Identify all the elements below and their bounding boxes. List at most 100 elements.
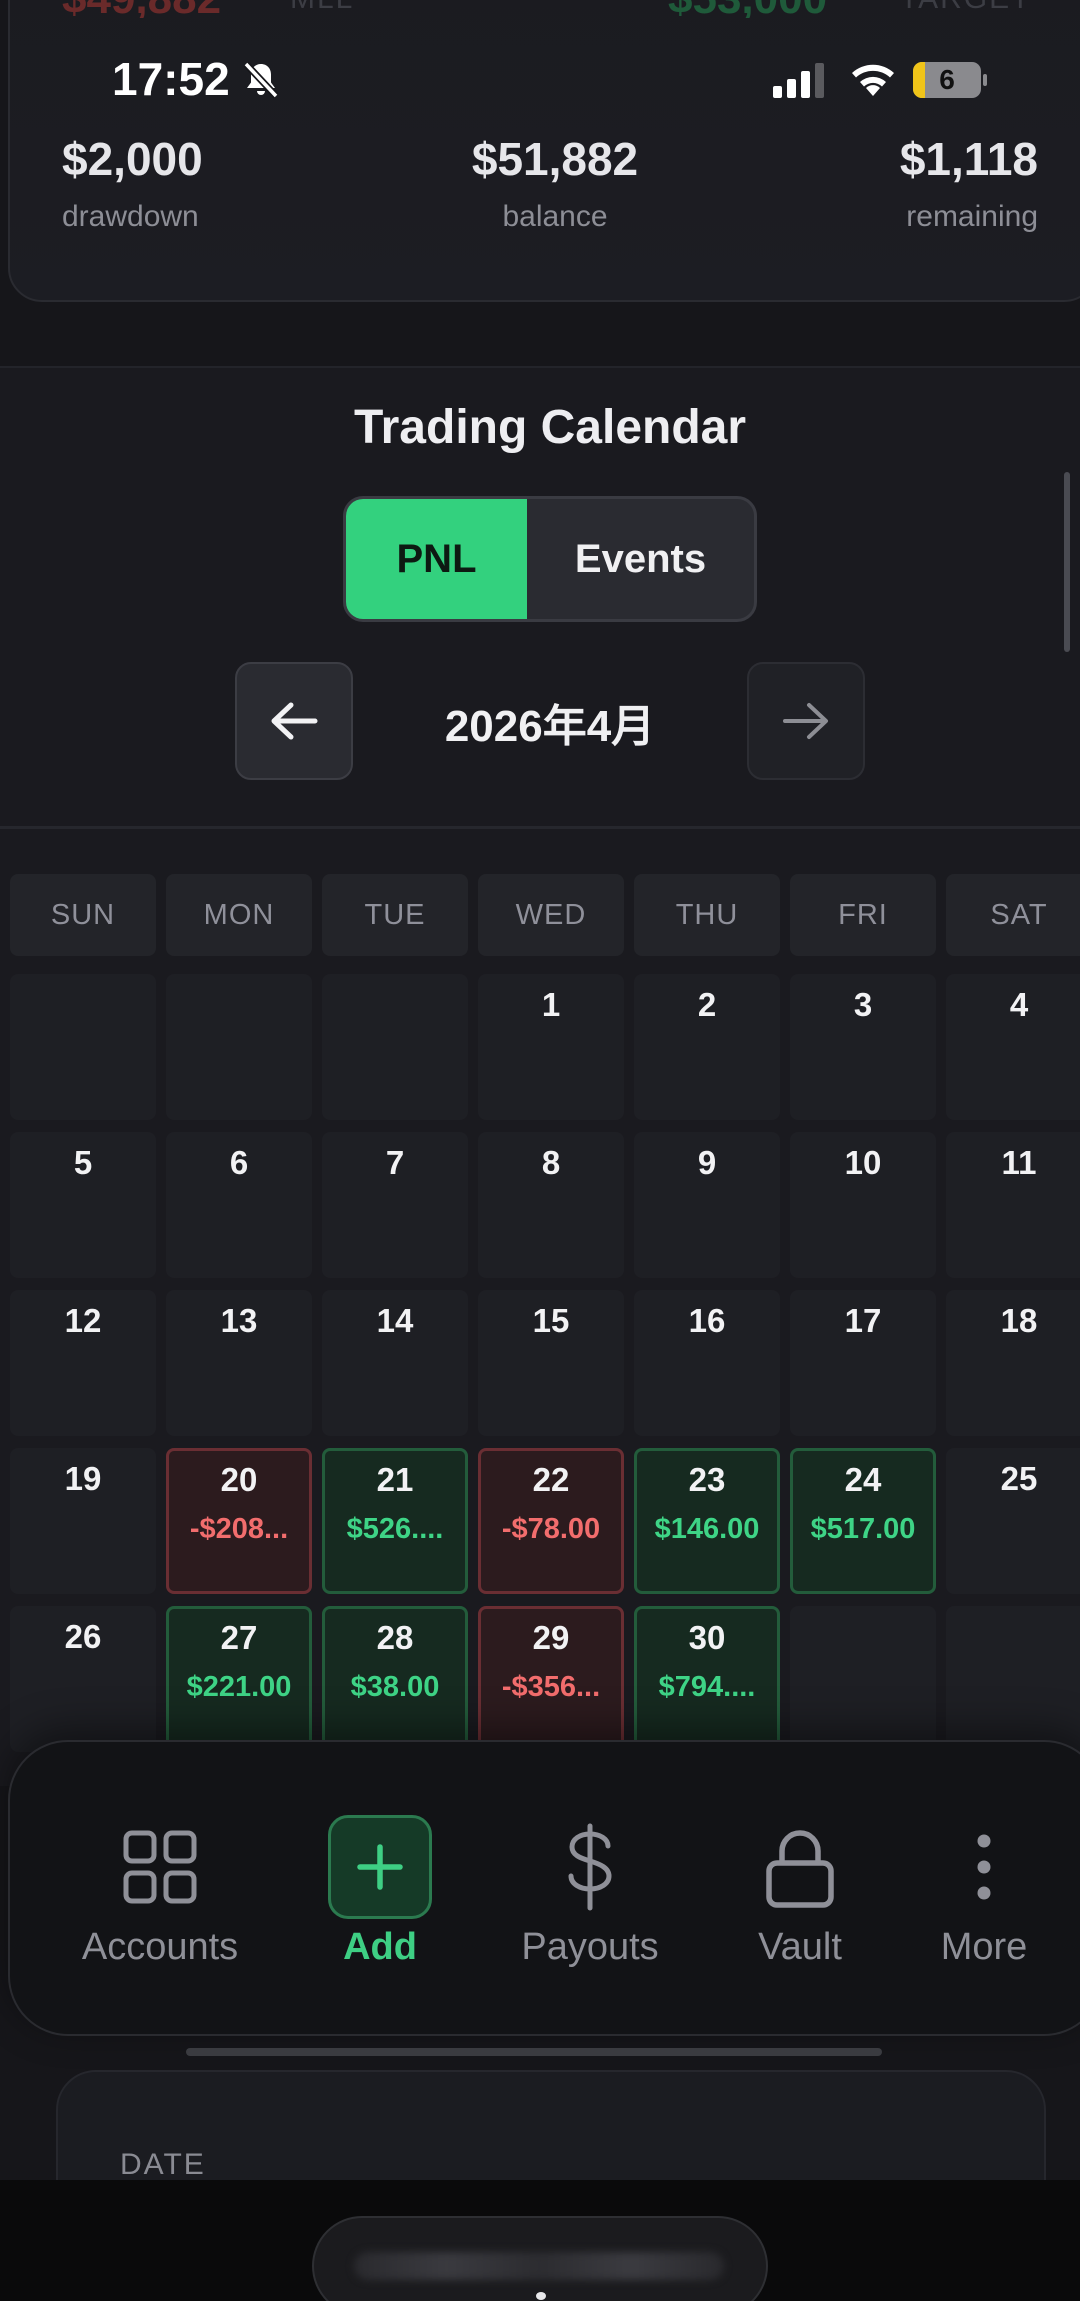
calendar-divider [0, 826, 1080, 829]
day-pnl: -$78.00 [501, 1513, 601, 1545]
status-bar: 17:52 6 [0, 48, 1080, 112]
calendar-day-4[interactable]: 4 [946, 974, 1080, 1120]
day-number: 23 [688, 1461, 726, 1498]
tab-label: Accounts [81, 1926, 239, 1968]
wifi-icon [852, 64, 894, 96]
day-number: 10 [844, 1144, 882, 1181]
calendar-day-10[interactable]: 10 [790, 1132, 936, 1278]
previous-month-button[interactable] [235, 662, 353, 780]
current-month-label: 2026年4月 [444, 702, 656, 751]
calendar-day-16[interactable]: 16 [634, 1290, 780, 1436]
battery-indicator: 6 [913, 62, 987, 98]
calendar-day-6[interactable]: 6 [166, 1132, 312, 1278]
day-number: 30 [688, 1619, 726, 1656]
day-number: 1 [541, 986, 561, 1023]
stat-value: $2,000 [62, 133, 203, 185]
calendar-day-21[interactable]: 21 $526.... [322, 1448, 468, 1594]
weekday-wed: WED [478, 874, 624, 956]
calendar-day-30[interactable]: 30 $794.... [634, 1606, 780, 1752]
calendar-empty-cell [790, 1606, 936, 1752]
calendar-title: Trading Calendar [353, 401, 747, 454]
calendar-day-24[interactable]: 24 $517.00 [790, 1448, 936, 1594]
calendar-day-15[interactable]: 15 [478, 1290, 624, 1436]
day-pnl: -$356... [501, 1671, 601, 1703]
tab-label: Add [343, 1926, 417, 1968]
calendar-day-27[interactable]: 27 $221.00 [166, 1606, 312, 1752]
scrollbar-thumb[interactable] [1064, 472, 1070, 652]
calendar-day-20[interactable]: 20 -$208... [166, 1448, 312, 1594]
tab-accounts[interactable]: Accounts [60, 1742, 260, 2038]
calendar-day-12[interactable]: 12 [10, 1290, 156, 1436]
calendar-day-22[interactable]: 22 -$78.00 [478, 1448, 624, 1594]
weekday-sun: SUN [10, 874, 156, 956]
bottom-tab-bar: Accounts Add Payouts Vault More [8, 1740, 1080, 2036]
day-number: 25 [1000, 1460, 1038, 1497]
target-label: TARGET [900, 0, 1031, 16]
view-toggle: PNL Events [343, 496, 757, 622]
bell-muted-icon [243, 61, 279, 99]
calendar-day-13[interactable]: 13 [166, 1290, 312, 1436]
calendar-day-8[interactable]: 8 [478, 1132, 624, 1278]
calendar-day-11[interactable]: 11 [946, 1132, 1080, 1278]
stat-value: $51,882 [471, 133, 639, 185]
day-number: 19 [64, 1460, 102, 1497]
more-vertical-icon [977, 1834, 991, 1900]
toggle-events-button[interactable]: Events [527, 499, 754, 619]
weekday-thu: THU [634, 874, 780, 956]
day-number: 22 [532, 1461, 570, 1498]
calendar-empty-cell [322, 974, 468, 1120]
arrow-left-icon [271, 702, 318, 740]
day-number: 16 [688, 1302, 726, 1339]
calendar-day-3[interactable]: 3 [790, 974, 936, 1120]
battery-percent: 6 [939, 64, 955, 95]
tab-more[interactable]: More [884, 1742, 1080, 2038]
calendar-day-29[interactable]: 29 -$356... [478, 1606, 624, 1752]
calendar-day-23[interactable]: 23 $146.00 [634, 1448, 780, 1594]
day-number: 20 [220, 1461, 258, 1498]
calendar-day-5[interactable]: 5 [10, 1132, 156, 1278]
calendar-day-17[interactable]: 17 [790, 1290, 936, 1436]
tab-label: More [940, 1926, 1028, 1968]
tab-add[interactable]: Add [280, 1742, 480, 2038]
day-pnl: $794.... [658, 1671, 756, 1703]
tab-vault[interactable]: Vault [700, 1742, 900, 2038]
day-number: 28 [376, 1619, 414, 1656]
calendar-day-25[interactable]: 25 [946, 1448, 1080, 1594]
calendar-day-1[interactable]: 1 [478, 974, 624, 1120]
day-pnl: $526.... [346, 1513, 444, 1545]
day-number: 2 [697, 986, 717, 1023]
loading-indicator [536, 2292, 546, 2300]
day-number: 11 [1001, 1144, 1037, 1181]
dollar-icon [568, 1823, 612, 1911]
date-field-label: DATE [120, 2148, 206, 2181]
calendar-day-14[interactable]: 14 [322, 1290, 468, 1436]
calendar-day-2[interactable]: 2 [634, 974, 780, 1120]
sheet-grabber[interactable] [186, 2048, 882, 2056]
stat-value: $1,118 [899, 133, 1038, 185]
add-button[interactable] [328, 1815, 432, 1919]
weekday-sat: SAT [946, 874, 1080, 956]
lock-icon [766, 1830, 834, 1908]
calendar-day-9[interactable]: 9 [634, 1132, 780, 1278]
calendar-day-28[interactable]: 28 $38.00 [322, 1606, 468, 1752]
day-number: 21 [376, 1461, 414, 1498]
tab-label: Vault [758, 1926, 842, 1968]
day-number: 9 [697, 1144, 717, 1181]
day-number: 12 [64, 1302, 102, 1339]
address-bar[interactable] [312, 2216, 768, 2301]
next-month-button[interactable] [747, 662, 865, 780]
toggle-pnl-button[interactable]: PNL [346, 499, 527, 619]
day-number: 24 [844, 1461, 882, 1498]
browser-bottom-bar [0, 2180, 1080, 2301]
day-number: 17 [844, 1302, 882, 1339]
calendar-day-7[interactable]: 7 [322, 1132, 468, 1278]
day-number: 3 [853, 986, 873, 1023]
day-number: 15 [532, 1302, 570, 1339]
calendar-day-19[interactable]: 19 [10, 1448, 156, 1594]
day-pnl: $146.00 [654, 1513, 760, 1545]
tab-payouts[interactable]: Payouts [490, 1742, 690, 2038]
calendar-day-18[interactable]: 18 [946, 1290, 1080, 1436]
calendar-day-26[interactable]: 26 [10, 1606, 156, 1752]
arrow-right-icon [783, 703, 828, 739]
day-number: 6 [229, 1144, 249, 1181]
